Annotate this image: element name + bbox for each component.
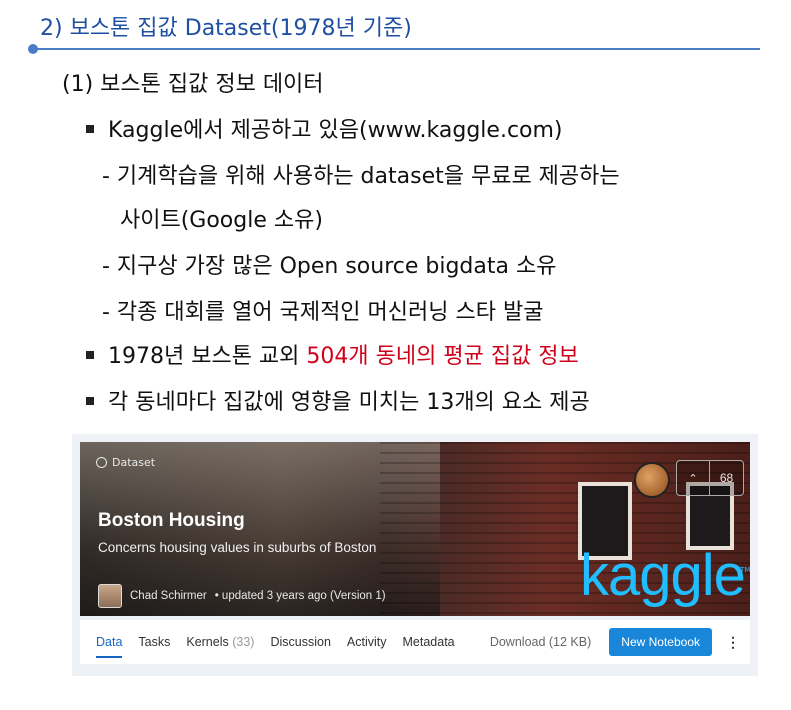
tab-data[interactable]: Data	[96, 620, 123, 664]
section-title: 2) 보스톤 집값 Dataset(1978년 기준)	[40, 16, 412, 41]
bullet-3: 각 동네마다 집값에 영향을 미치는 13개의 요소 제공	[86, 384, 590, 416]
dash-item-2: - 지구상 가장 많은 Open source bigdata 소유	[102, 254, 557, 279]
bronze-medal-icon	[634, 462, 670, 498]
dataset-subtitle: Concerns housing values in suburbs of Bo…	[98, 540, 377, 555]
dataset-tabbar: Data Tasks Kernels (33) Discussion Activ…	[80, 620, 750, 664]
new-notebook-button[interactable]: New Notebook	[609, 628, 712, 656]
square-bullet-icon	[86, 125, 94, 133]
bullet-2-highlight: 504개 동네의 평균 집값 정보	[306, 344, 579, 369]
dataset-icon	[96, 457, 107, 468]
bullet-1: Kaggle에서 제공하고 있음(www.kaggle.com)	[86, 112, 563, 144]
dataset-label: Dataset	[96, 456, 155, 469]
dataset-label-text: Dataset	[112, 456, 156, 469]
dash-item-1: - 기계학습을 위해 사용하는 dataset을 무료로 제공하는	[102, 164, 620, 189]
kernels-count: (33)	[232, 635, 255, 649]
bullet-2: 1978년 보스톤 교외 504개 동네의 평균 집값 정보	[86, 338, 579, 370]
dataset-banner: Dataset ⌃ 68 Boston Housing Concerns hou…	[80, 442, 750, 616]
bullet-3-text: 각 동네마다 집값에 영향을 미치는 13개의 요소 제공	[108, 390, 590, 415]
tab-kernels-label: Kernels	[186, 635, 229, 649]
tab-metadata[interactable]: Metadata	[403, 620, 455, 664]
vote-count: 68	[719, 471, 734, 485]
more-options-icon[interactable]: ⋮	[726, 634, 740, 651]
dash-item-3: - 각종 대회를 열어 국제적인 머신러닝 스타 발굴	[102, 300, 544, 325]
square-bullet-icon	[86, 351, 94, 359]
author-row: Chad Schirmer • updated 3 years ago (Ver…	[98, 584, 386, 608]
dash-item-1-continued: 사이트(Google 소유)	[120, 208, 323, 233]
tab-activity[interactable]: Activity	[347, 620, 387, 664]
upvote-box[interactable]: ⌃ 68	[676, 460, 744, 496]
download-link[interactable]: Download (12 KB)	[490, 635, 591, 649]
trademark-mark: TM	[740, 566, 750, 574]
kaggle-logo: kaggle	[580, 543, 746, 608]
tab-kernels[interactable]: Kernels (33)	[186, 620, 254, 664]
square-bullet-icon	[86, 397, 94, 405]
bullet-1-text: Kaggle에서 제공하고 있음(www.kaggle.com)	[108, 118, 563, 143]
heading: (1) 보스톤 집값 정보 데이터	[62, 72, 324, 97]
avatar[interactable]	[98, 584, 122, 608]
tab-tasks[interactable]: Tasks	[138, 620, 170, 664]
bullet-2-text: 1978년 보스톤 교외	[108, 344, 307, 369]
kaggle-screenshot: Dataset ⌃ 68 Boston Housing Concerns hou…	[72, 434, 758, 676]
tab-discussion[interactable]: Discussion	[270, 620, 330, 664]
chevron-up-icon[interactable]: ⌃	[677, 461, 710, 495]
author-name[interactable]: Chad Schirmer	[130, 590, 207, 602]
updated-text: • updated 3 years ago (Version 1)	[214, 590, 386, 602]
title-rule	[34, 48, 760, 50]
dataset-title: Boston Housing	[98, 510, 245, 531]
